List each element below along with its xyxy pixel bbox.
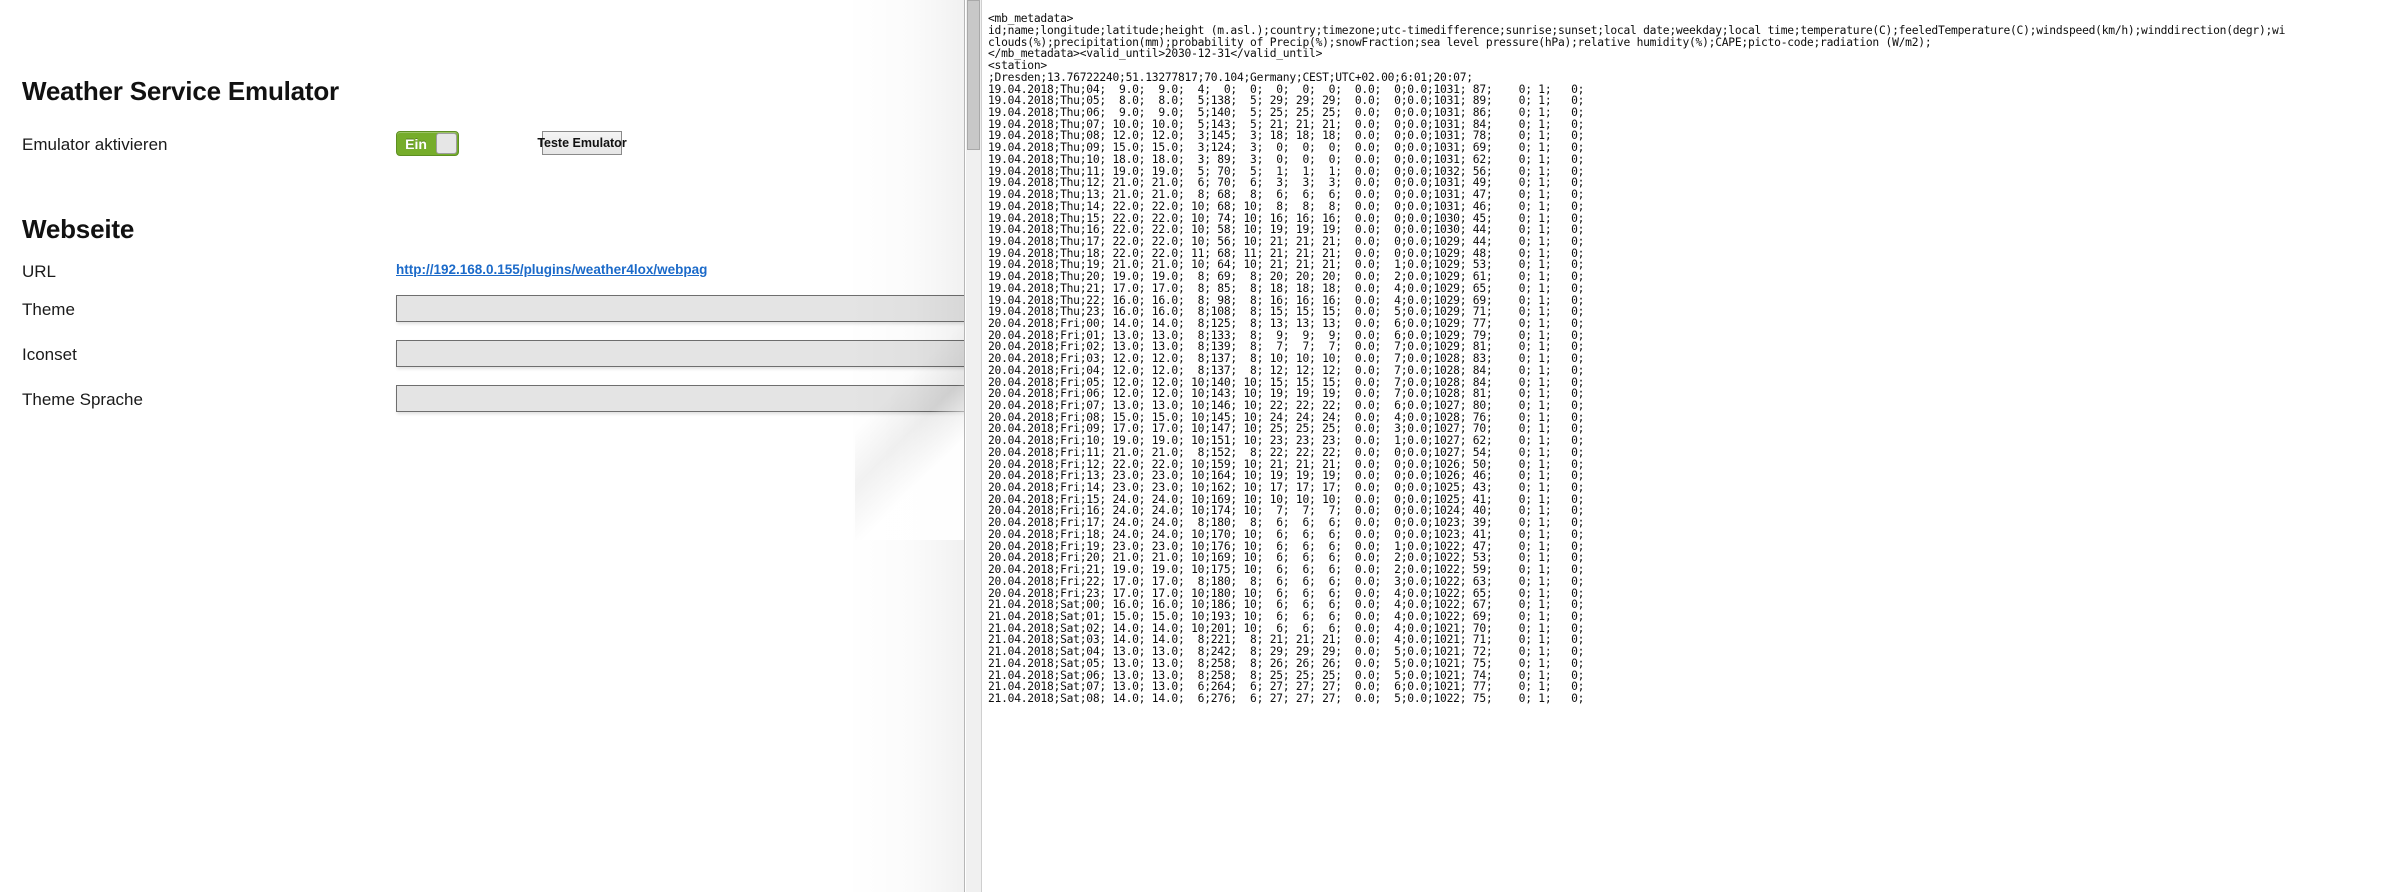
- test-emulator-button[interactable]: Teste Emulator: [537, 131, 627, 155]
- config-panel: Weather Service Emulator Emulator aktivi…: [0, 0, 965, 892]
- toggle-state-label: Ein: [405, 135, 427, 152]
- section-title-webseite: Webseite: [22, 214, 135, 244]
- label-theme: Theme: [22, 300, 75, 319]
- output-scrollbar-track[interactable]: [966, 0, 982, 892]
- theme-language-select[interactable]: [396, 385, 965, 412]
- webpage-url-link[interactable]: http://192.168.0.155/plugins/weather4lox…: [396, 262, 956, 277]
- output-scrollbar-thumb[interactable]: [967, 0, 980, 150]
- label-iconset: Iconset: [22, 345, 77, 364]
- label-theme-sprache: Theme Sprache: [22, 390, 143, 409]
- toggle-knob[interactable]: [436, 133, 457, 154]
- panel-shading: [845, 0, 965, 892]
- label-url: URL: [22, 262, 57, 281]
- emulator-output-text: <mb_metadata> id;name;longitude;latitude…: [988, 13, 2286, 705]
- emulator-enable-toggle[interactable]: Ein: [396, 131, 459, 156]
- label-emulator-aktivieren: Emulator aktivieren: [22, 135, 168, 154]
- emulator-output-panel: <mb_metadata> id;name;longitude;latitude…: [965, 0, 2402, 892]
- section-title-emulator: Weather Service Emulator: [22, 76, 339, 106]
- iconset-select[interactable]: [396, 340, 965, 367]
- theme-select[interactable]: [396, 295, 965, 322]
- weather4lox-config-screen: Weather Service Emulator Emulator aktivi…: [0, 0, 2402, 892]
